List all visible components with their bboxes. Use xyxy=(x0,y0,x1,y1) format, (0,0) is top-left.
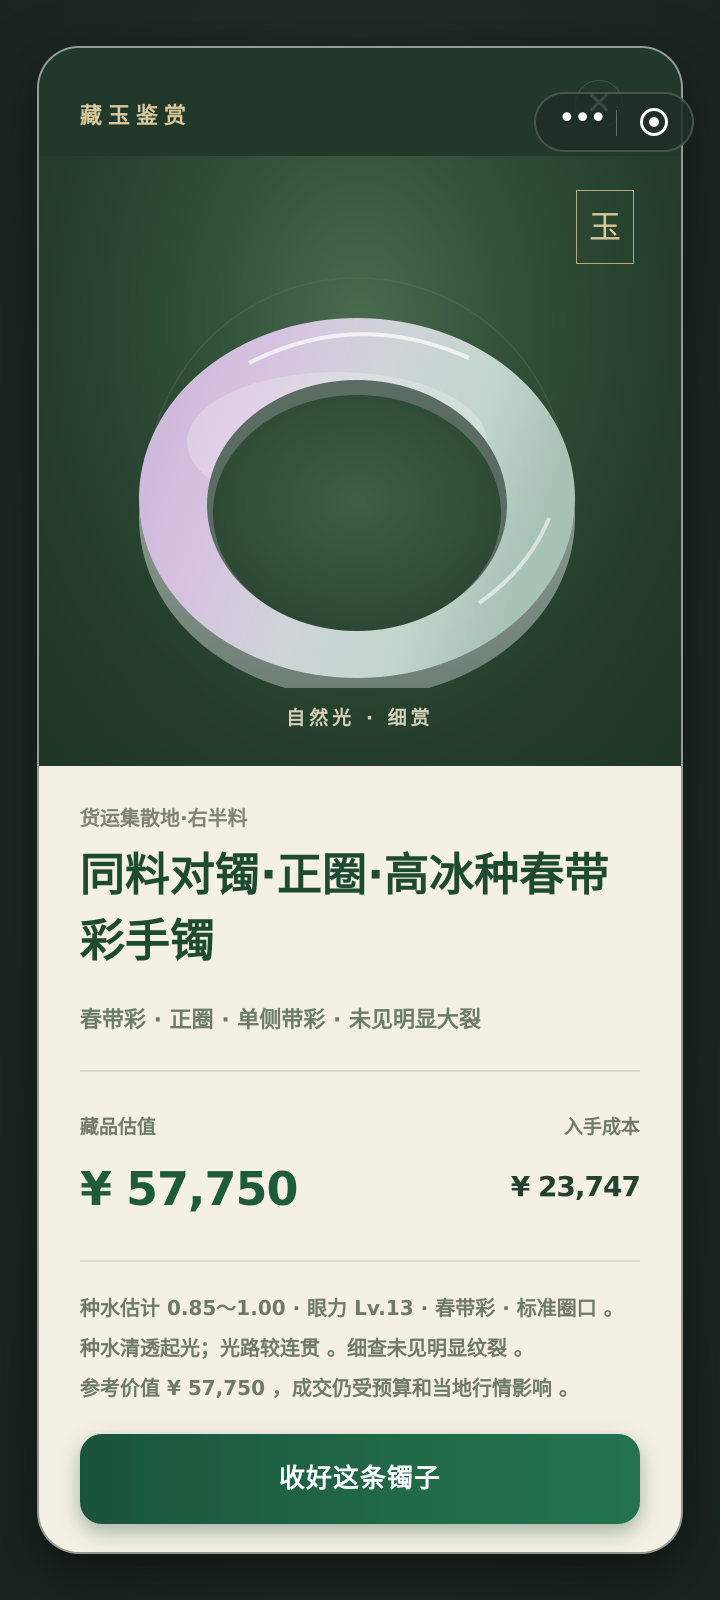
hero-image-area: 藏玉鉴赏 玉 自然光 · 细赏 xyxy=(39,48,681,766)
note-line: 种水清透起光；光路较连贯 。细查未见明显纹裂 。 xyxy=(80,1336,534,1360)
valuation-price: ¥ 57,750 xyxy=(80,1162,299,1216)
note-line: 参考价值 ¥ 57,750 ，成交仍受预算和当地行情影响 。 xyxy=(80,1376,579,1400)
capsule-divider xyxy=(616,110,617,136)
hero-caption: 自然光 · 细赏 xyxy=(286,707,434,729)
origin-label: 货运集散地·右半料 xyxy=(80,806,248,830)
mini-program-capsule: ••• xyxy=(534,92,694,152)
more-icon[interactable]: ••• xyxy=(558,104,607,140)
collect-bangle-button[interactable]: 收好这条镯子 xyxy=(80,1434,640,1524)
note-line: 种水估计 0.85～1.00 · 眼力 Lv.13 · 春带彩 · 标准圈口 。 xyxy=(80,1296,624,1320)
brand-title: 藏玉鉴赏 xyxy=(80,104,193,129)
jade-detail-card: 藏玉鉴赏 玉 自然光 · 细赏 货运集散地·右半料 同料对镯·正圈·高冰种春带彩… xyxy=(39,48,681,1552)
appraisal-notes: 种水估计 0.85～1.00 · 眼力 Lv.13 · 春带彩 · 标准圈口 。… xyxy=(80,1288,660,1408)
product-title: 同料对镯·正圈·高冰种春带彩手镯 xyxy=(80,848,610,967)
valuation-label: 藏品估值 xyxy=(80,1116,157,1138)
cost-label: 入手成本 xyxy=(563,1116,640,1138)
feature-tags: 春带彩 · 正圈 · 单侧带彩 · 未见明显大裂 xyxy=(80,1008,482,1033)
section-divider xyxy=(80,1070,640,1072)
target-icon[interactable] xyxy=(640,108,668,136)
section-divider xyxy=(80,1260,640,1262)
jade-bangle-image xyxy=(139,277,575,688)
cost-price: ¥ 23,747 xyxy=(510,1170,641,1203)
